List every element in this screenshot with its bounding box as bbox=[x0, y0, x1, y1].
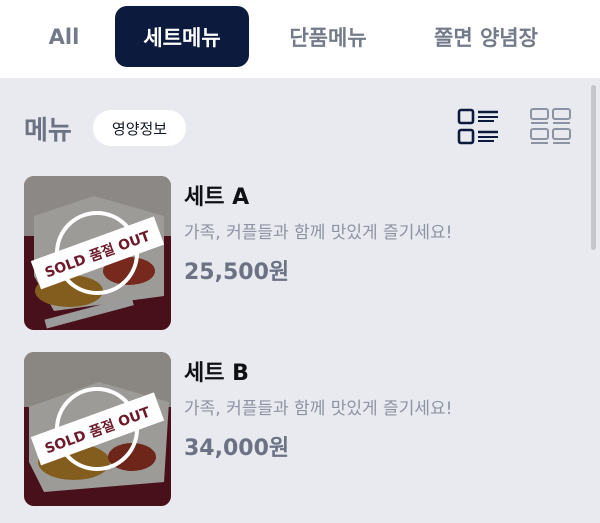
menu-item[interactable]: SOLD 품절 OUT 세트 B 가족, 커플들과 함께 맛있게 즐기세요! 3… bbox=[24, 352, 584, 506]
tab-set-menu[interactable]: 세트메뉴 bbox=[115, 6, 249, 67]
menu-item[interactable]: SOLD 품절 OUT 세트 A 가족, 커플들과 함께 맛있게 즐기세요! 2… bbox=[24, 176, 584, 330]
tab-single-menu[interactable]: 단품메뉴 bbox=[270, 6, 386, 67]
grid-view-icon[interactable] bbox=[528, 105, 574, 151]
menu-item-price: 34,000원 bbox=[184, 436, 290, 461]
menu-item-description: 가족, 커플들과 함께 맛있게 즐기세요! bbox=[184, 399, 453, 419]
menu-item-price: 25,500원 bbox=[184, 260, 290, 285]
section-title: 메뉴 bbox=[24, 116, 72, 146]
list-view-icon[interactable] bbox=[456, 105, 502, 151]
menu-item-description: 가족, 커플들과 함께 맛있게 즐기세요! bbox=[184, 223, 453, 243]
tab-all[interactable]: All bbox=[34, 6, 94, 67]
scrollbar[interactable] bbox=[591, 85, 596, 250]
nutrition-info-button[interactable]: 영양정보 bbox=[93, 110, 186, 146]
category-tab-bar: All 세트메뉴 단품메뉴 쫄면 양념장 bbox=[0, 0, 600, 78]
tab-sauce[interactable]: 쫄면 양념장 bbox=[408, 6, 564, 67]
menu-item-name: 세트 A bbox=[184, 185, 250, 210]
menu-item-image: SOLD 품절 OUT bbox=[24, 176, 171, 330]
menu-item-image: SOLD 품절 OUT bbox=[24, 352, 171, 506]
menu-item-name: 세트 B bbox=[184, 361, 249, 386]
